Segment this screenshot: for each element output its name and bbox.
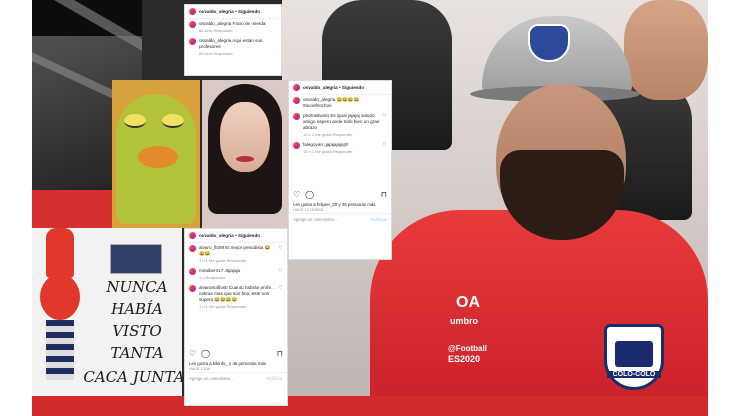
caption-text: osvaldo_alegria 😂😂😂😂 #acoelhochon [303,97,360,108]
heart-icon[interactable]: ♡ [189,349,196,358]
avatar[interactable] [293,113,300,120]
avatar[interactable] [189,38,196,45]
ig-add-comment[interactable]: Agrega un comentario... Publicar [289,213,391,225]
bunny-striped-shirt [46,320,74,380]
comment-text: alvaromaflosh Cuanto habrán profe... cab… [199,285,275,302]
ig-caption: osvaldo_alegria 😂😂😂😂 #acoelhochon [289,95,391,111]
heart-icon[interactable]: ♡ [279,268,283,274]
comment-meta[interactable]: 1 d 1 Me gusta Responder [199,304,276,310]
shirt-sponsor-line1: @Football [448,344,487,353]
shirt-initials: OA [456,294,480,311]
comment-meta[interactable]: 1 d 1 Me gusta Responder [199,258,276,264]
ig-username[interactable]: osvaldo_alegria • Siguiendo [199,9,260,14]
avatar[interactable] [189,285,196,292]
heart-icon[interactable]: ♡ [293,190,300,199]
shirt-brand: umbro [450,316,478,326]
sign-line-3: VISTO [112,322,162,340]
comment-meta[interactable]: 12 h 1 Me gusta Responder [303,132,380,138]
ig-header: osvaldo_alegria • Siguiendo [289,81,391,95]
ig-comment: miraiberri17 Jajajaja 1 d Responder ♡ [185,266,287,283]
red-shirt-fragment [32,190,112,230]
comment-text: osvaldo_alegria Facio de mierda [199,21,266,26]
red-bunny-figure [38,228,80,396]
ig-header: osvaldo_alegria • Siguiendo [185,229,287,243]
ig-comment: pedrosilveira Es igual jajajaj saludo am… [289,111,391,140]
post-button[interactable]: Publicar [266,376,283,381]
red-shirt [370,210,708,416]
frog-cartoon [112,80,200,228]
crest-label: COLO-COLO [607,371,661,378]
bunny-ears [46,228,74,278]
ig-add-comment[interactable]: Agrega un comentario... Publicar [185,372,287,384]
comment-meta[interactable]: 86 sem Responder [199,28,277,34]
ig-header: osvaldo_alegria • Siguiendo [185,5,281,19]
avatar[interactable] [293,97,300,104]
sign-line-5: CACA JUNTA! [83,368,182,386]
heart-icon[interactable]: ♡ [383,113,387,119]
frog-eye [124,114,146,128]
heart-icon[interactable]: ♡ [279,245,283,251]
comment-meta[interactable]: 12 h 1 Me gusta Responder [303,149,380,155]
heart-icon[interactable]: ♡ [383,142,387,148]
add-comment-placeholder[interactable]: Agrega un comentario... [293,217,338,222]
comment-text: falegovan ¡jajajajajaj!!! [303,142,349,147]
comment-text: miraiberri17 Jajajaja [199,268,241,273]
ig-comment: alvaro_flo09 El mejor periodista 😂😂😂 1 d … [185,243,287,266]
frog-eye [162,114,184,128]
ig-actions: ♡ ◯ ⊓ [185,346,287,361]
ig-comment: osvaldo_alegria Aqui estan sus profesore… [185,36,281,59]
comment-icon[interactable]: ◯ [201,349,210,358]
bottom-red-strip [32,396,708,416]
ig-username[interactable]: osvaldo_alegria • Siguiendo [303,85,364,90]
bookmark-icon[interactable]: ⊓ [277,349,283,358]
club-crest: COLO-COLO [604,324,664,390]
tv-screen [110,244,162,274]
post-button[interactable]: Publicar [370,217,387,222]
sign-line-2: HABÍA [111,300,163,318]
avatar[interactable] [189,245,196,252]
comment-meta[interactable]: 1 d Responder [199,275,276,281]
frog-lips [138,146,178,168]
sign-line-4: TANTA [110,344,164,362]
comment-icon[interactable]: ◯ [305,190,314,199]
heart-icon[interactable]: ♡ [279,285,283,291]
coach-photo: OA umbro @Football ES2020 COLO-COLO MC [350,10,708,416]
instagram-card-top: osvaldo_alegria • Siguiendo osvaldo_aleg… [184,4,282,76]
woman-photo [202,80,288,228]
shirt-sponsor-line2: ES2020 [448,354,481,364]
ig-comment: falegovan ¡jajajajajaj!!! 12 h 1 Me gusta… [289,140,391,157]
add-comment-placeholder[interactable]: Agrega un comentario... [189,376,234,381]
ig-actions: ♡ ◯ ⊓ [289,187,391,202]
avatar[interactable] [189,268,196,275]
sign-line-1: NUNCA [106,278,168,296]
avatar[interactable] [189,232,196,239]
comment-text: osvaldo_alegria Aqui estan sus profesore… [199,38,263,49]
instagram-card-lower: osvaldo_alegria • Siguiendo alvaro_flo09… [184,228,288,406]
woman-lips [236,156,254,162]
ig-comment: osvaldo_alegria Facio de mierda 86 sem Re… [185,19,281,36]
crest-emblem [615,341,653,367]
avatar[interactable] [189,8,196,15]
protest-sign-photo: NUNCA HABÍA VISTO TANTA CACA JUNTA! [32,228,182,396]
avatar[interactable] [189,21,196,28]
avatar[interactable] [293,84,300,91]
ig-comment: alvaromaflosh Cuanto habrán profe... cab… [185,283,287,312]
cap-logo [528,24,570,62]
comment-meta[interactable]: 86 sem Responder [199,51,277,57]
ig-username[interactable]: osvaldo_alegria • Siguiendo [199,233,260,238]
avatar[interactable] [293,142,300,149]
comment-text: alvaro_flo09 El mejor periodista 😂😂😂 [199,245,271,256]
comment-text: pedrosilveira Es igual jajajaj saludo am… [303,113,380,130]
bunny-head [40,274,80,320]
instagram-card-middle: osvaldo_alegria • Siguiendo osvaldo_aleg… [288,80,392,260]
ig-likes[interactable]: Les gusta a felipee_20 y 45 personas más [289,202,391,207]
meme-collage: OA umbro @Football ES2020 COLO-COLO MC N [32,0,708,416]
bookmark-icon[interactable]: ⊓ [381,190,387,199]
